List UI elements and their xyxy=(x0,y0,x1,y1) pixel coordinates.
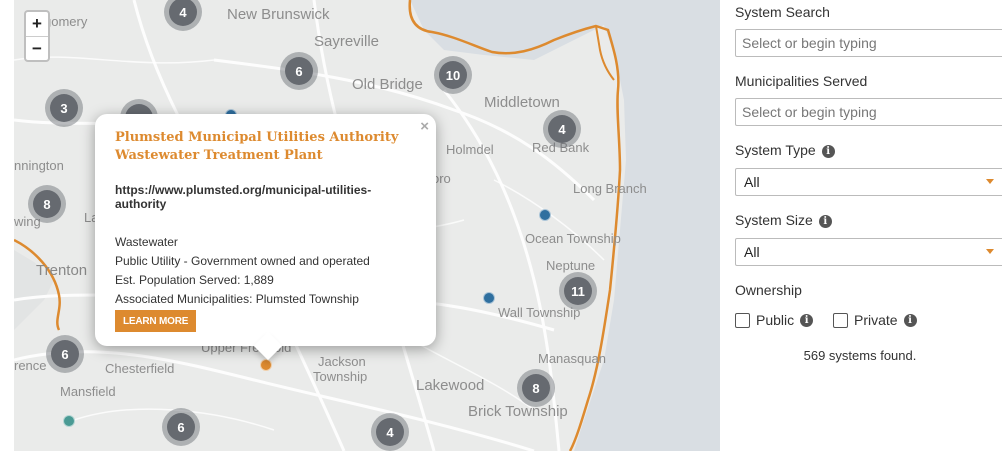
place-label: Middletown xyxy=(484,94,560,111)
zoom-out-button[interactable]: − xyxy=(26,36,48,60)
public-label: Public xyxy=(756,312,795,328)
checkbox-box[interactable] xyxy=(833,312,848,328)
place-label: rence xyxy=(14,358,47,373)
place-label: Chesterfield xyxy=(105,361,175,376)
place-label: Jackson xyxy=(318,354,366,369)
place-label: Brick Township xyxy=(468,403,568,420)
system-size-label-text: System Size xyxy=(735,212,813,228)
filter-sidebar: System Search Select or begin typing Mun… xyxy=(735,0,1002,451)
system-size-label: System Size i xyxy=(735,212,832,228)
learn-more-button[interactable]: LEARN MORE xyxy=(115,310,197,332)
place-label: Sayreville xyxy=(314,33,380,50)
system-popup: × Plumsted Municipal Utilities Authority… xyxy=(95,114,436,361)
checkbox-box[interactable] xyxy=(735,312,750,328)
map-marker[interactable] xyxy=(63,415,75,427)
map-cluster[interactable]: 6 xyxy=(162,408,200,446)
popup-ownership: Public Utility - Government owned and op… xyxy=(115,254,370,268)
map-cluster[interactable]: 6 xyxy=(280,52,318,90)
system-type-select[interactable]: All xyxy=(735,168,1002,196)
place-label: Holmdel xyxy=(446,142,494,157)
place-label: Lakewood xyxy=(416,377,485,394)
popup-municipalities: Associated Municipalities: Plumsted Town… xyxy=(115,292,359,306)
popup-close-button[interactable]: × xyxy=(420,118,429,135)
system-size-value: All xyxy=(744,244,760,260)
place-label: Neptune xyxy=(546,258,596,273)
private-checkbox[interactable]: Private i xyxy=(833,312,917,328)
municipalities-input[interactable]: Select or begin typing xyxy=(735,98,1002,126)
system-type-label-text: System Type xyxy=(735,142,816,158)
info-icon[interactable]: i xyxy=(903,313,917,327)
map-cluster[interactable]: 8 xyxy=(517,369,555,407)
place-label: nnington xyxy=(14,158,64,173)
popup-title: Plumsted Municipal Utilities Authority W… xyxy=(115,129,416,165)
map[interactable]: gomery New Brunswick Sayreville Old Brid… xyxy=(14,0,720,451)
zoom-in-button[interactable]: + xyxy=(26,12,48,36)
map-cluster[interactable]: 3 xyxy=(45,89,83,127)
place-label: gomery xyxy=(44,14,88,29)
info-icon[interactable]: i xyxy=(818,215,832,228)
map-cluster[interactable]: 11 xyxy=(559,272,597,310)
public-checkbox[interactable]: Public i xyxy=(735,312,814,328)
ownership-label: Ownership xyxy=(735,282,802,298)
map-cluster[interactable]: 6 xyxy=(46,335,84,373)
popup-population: Est. Population Served: 1,889 xyxy=(115,273,274,287)
info-icon[interactable]: i xyxy=(800,313,814,327)
system-search-label: System Search xyxy=(735,4,830,20)
map-marker[interactable] xyxy=(483,292,495,304)
system-search-input[interactable]: Select or begin typing xyxy=(735,29,1002,57)
system-type-label: System Type i xyxy=(735,142,835,158)
map-marker[interactable] xyxy=(539,209,551,221)
place-label: Mansfield xyxy=(60,384,116,399)
popup-system-type: Wastewater xyxy=(115,235,178,249)
place-label: Ocean Township xyxy=(525,231,621,246)
place-label: Manasquan xyxy=(538,351,606,366)
map-cluster[interactable]: 10 xyxy=(434,56,472,94)
place-label: Township xyxy=(313,369,368,384)
results-count: 569 systems found. xyxy=(803,348,917,363)
private-label: Private xyxy=(854,312,898,328)
map-cluster[interactable]: 4 xyxy=(543,110,581,148)
popup-title-line: Wastewater Treatment Plant xyxy=(115,148,323,163)
system-type-value: All xyxy=(744,174,760,190)
system-size-select[interactable]: All xyxy=(735,238,1002,266)
info-icon[interactable]: i xyxy=(821,145,835,158)
municipalities-label: Municipalities Served xyxy=(735,73,868,89)
place-label: Old Bridge xyxy=(352,76,423,93)
place-label: New Brunswick xyxy=(227,6,330,23)
chevron-down-icon xyxy=(986,179,994,184)
chevron-down-icon xyxy=(986,249,994,254)
map-cluster[interactable]: 8 xyxy=(28,185,66,223)
zoom-control: + − xyxy=(24,10,50,62)
place-label: Trenton xyxy=(36,262,88,279)
place-label: Long Branch xyxy=(573,181,647,196)
popup-url[interactable]: https://www.plumsted.org/municipal-utili… xyxy=(115,183,416,211)
popup-title-line: Plumsted Municipal Utilities Authority xyxy=(115,130,399,145)
map-cluster[interactable]: 4 xyxy=(371,413,409,451)
map-marker-selected[interactable] xyxy=(260,359,272,371)
